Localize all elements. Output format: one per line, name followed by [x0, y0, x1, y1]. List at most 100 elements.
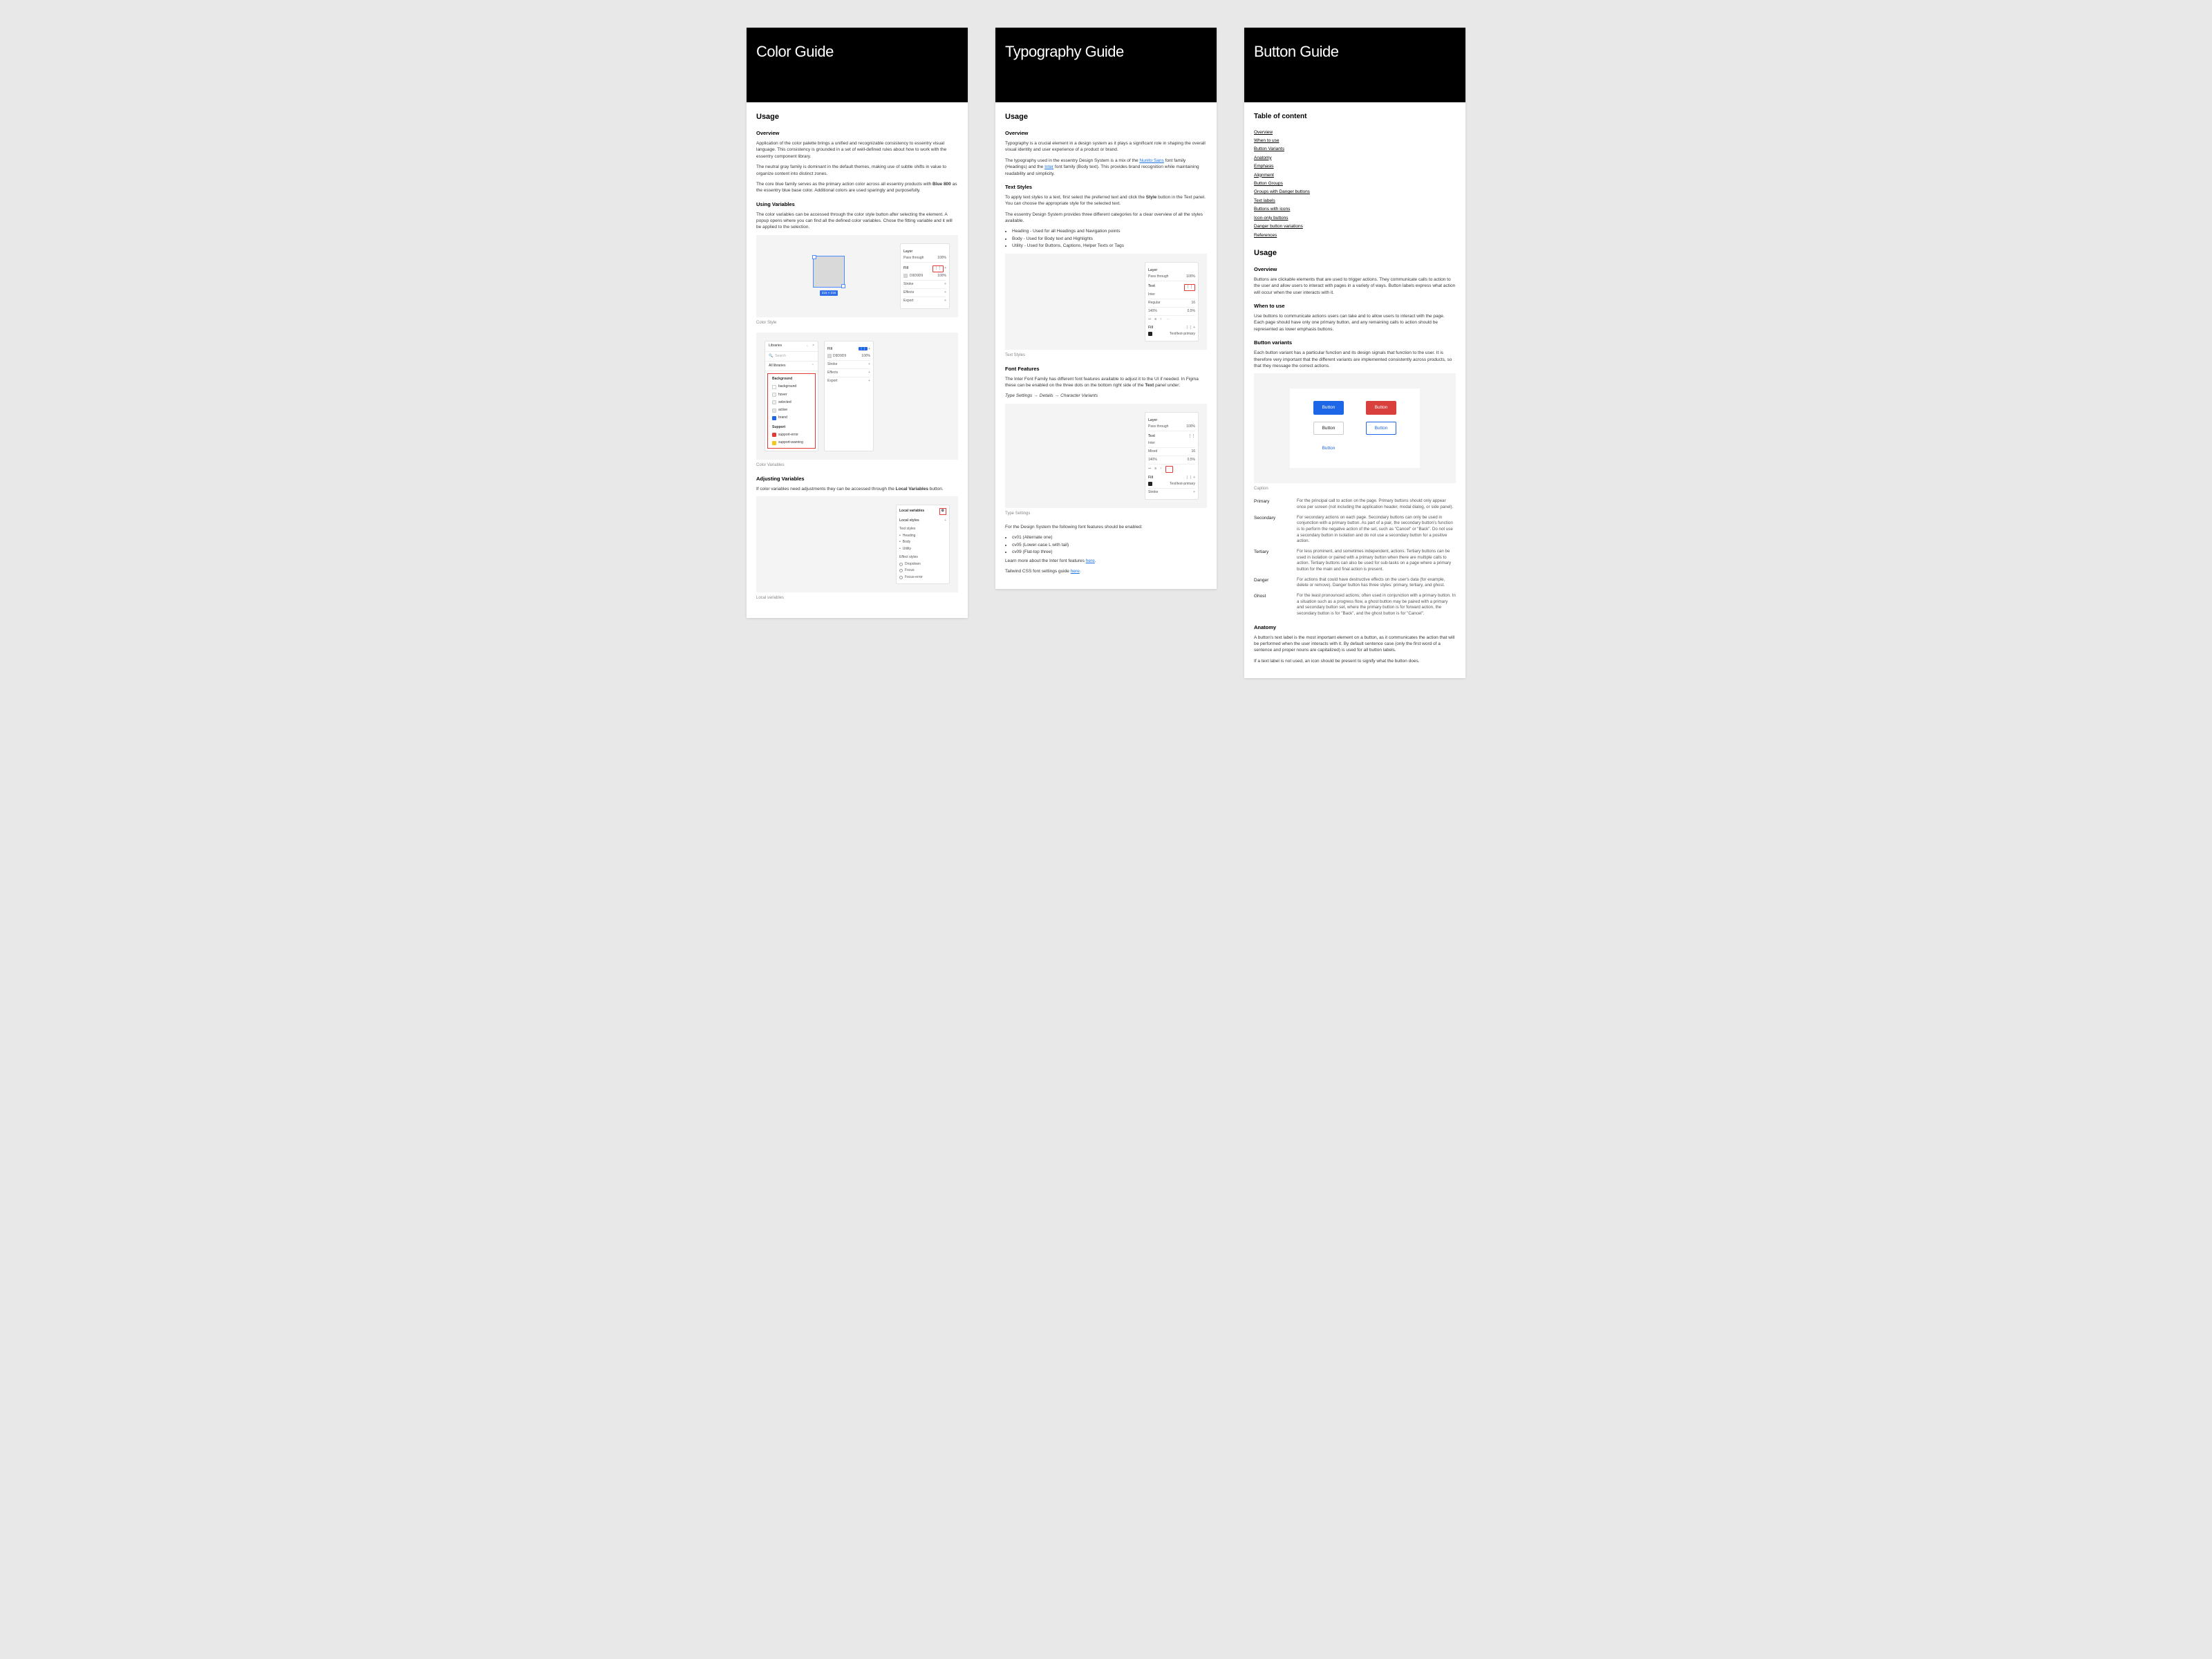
- heading-usage: Usage: [1254, 248, 1456, 259]
- effect-dropdown: Dropdown: [899, 561, 946, 568]
- section-text-styles: Text styles: [899, 527, 946, 532]
- heading-adjusting-variables: Adjusting Variables: [756, 476, 958, 483]
- color-style-button-highlight: ⋮⋮: [932, 265, 944, 272]
- button-secondary: Button: [1313, 422, 1344, 435]
- swatch-icon: [1148, 482, 1152, 486]
- libraries-all: All libraries ⌃: [765, 362, 818, 371]
- swatch-icon: [772, 393, 776, 397]
- toc-link[interactable]: Button Groups: [1254, 180, 1456, 187]
- panel-row-stroke: Stroke +: [903, 281, 946, 289]
- toc-link[interactable]: References: [1254, 232, 1456, 238]
- plus-icon: +: [944, 282, 946, 287]
- text-bold: Local Variables: [896, 487, 928, 491]
- panel-row-hex: D9D9D9100%: [827, 353, 870, 361]
- heading-toc: Table of content: [1254, 112, 1456, 122]
- link-tailwind-guide[interactable]: here: [1071, 569, 1080, 574]
- text-align-toolbar: ⇿ ≡ ↑ ⋯: [1148, 317, 1195, 322]
- page-body: Table of content Overview When to use Bu…: [1244, 102, 1465, 678]
- row-weight-size: Regular16: [1148, 299, 1195, 308]
- text: button.: [928, 487, 944, 491]
- page-title: Color Guide: [756, 43, 958, 61]
- toc-link[interactable]: Buttons with icons: [1254, 206, 1456, 212]
- label: Pass through: [903, 256, 924, 261]
- auto-width-icon: ⇿: [1148, 317, 1151, 322]
- toc-link[interactable]: Button Variants: [1254, 146, 1456, 152]
- font-size: 16: [1191, 449, 1195, 454]
- letter-spacing: 0,5%: [1188, 458, 1195, 462]
- link-inter-features[interactable]: here: [1086, 559, 1095, 563]
- design-panel: Fill⋮⋮ + D9D9D9100% Stroke+ Effects+ Exp…: [824, 341, 874, 451]
- link-inter[interactable]: Inter: [1044, 165, 1053, 169]
- collapse-icon: ⌃: [812, 364, 814, 368]
- figure-button-variants: Button Button Button Button Button: [1254, 373, 1456, 482]
- more-options-icon: ⋯: [1165, 317, 1172, 322]
- toc: Overview When to use Button Variants Ana…: [1254, 129, 1456, 238]
- label: support-warning: [778, 440, 803, 445]
- label: Stroke: [903, 282, 913, 287]
- list-item: cv05 (Lower-case L with tail): [1012, 542, 1207, 548]
- row-fill-value: Text/text-primary: [1148, 330, 1195, 338]
- style-applied-icon: ⋮⋮: [859, 347, 868, 350]
- text: Character Variants: [1060, 393, 1098, 398]
- text: Details: [1040, 393, 1053, 398]
- link-nunito-sans[interactable]: Nunito Sans: [1139, 158, 1163, 163]
- arrow-icon: →: [1033, 393, 1038, 399]
- text-align-toolbar: ⇿ ≡ ↑ ⋯: [1148, 466, 1195, 472]
- figure-canvas: 216 × 216: [765, 243, 893, 309]
- button-ghost: Button: [1313, 442, 1344, 455]
- label: Local styles: [899, 518, 919, 523]
- paragraph: Learn more about the Inter font features…: [1005, 558, 1207, 564]
- list-item: Heading - Used for all Headings and Navi…: [1012, 228, 1207, 234]
- text: Tailwind CSS font settings guide: [1005, 569, 1071, 574]
- label: Stroke: [827, 362, 837, 367]
- toc-link[interactable]: Anatomy: [1254, 155, 1456, 161]
- label: Export: [827, 379, 837, 384]
- button-tertiary: Button: [1366, 422, 1397, 435]
- swatch-icon: [827, 354, 832, 358]
- panel-section-fill: Fill⋮⋮ +: [827, 347, 870, 352]
- label: Focus: [905, 568, 915, 573]
- figure-caption: Caption: [1254, 486, 1456, 492]
- figure-type-settings-panel: Layer Pass through100% Text⋮⋮ Inter Mixe…: [1005, 404, 1207, 509]
- heading-button-variants: Button variants: [1254, 339, 1456, 347]
- libraries-search: 🔍 Search: [765, 352, 818, 362]
- text: Type Settings: [1005, 393, 1032, 398]
- def-term: Danger: [1254, 577, 1287, 589]
- figure-caption: Local variables: [756, 595, 958, 601]
- style-utility: •Utility: [899, 546, 946, 552]
- label: support-error: [778, 433, 798, 438]
- label: Fill: [1148, 326, 1153, 330]
- label: Effects: [903, 290, 914, 295]
- list-font-features: cv01 (Alternate one) cv05 (Lower-case L …: [1012, 534, 1207, 555]
- toc-link[interactable]: Danger button variations: [1254, 223, 1456, 229]
- row-fill-value: Text/text-primary: [1148, 480, 1195, 489]
- panel-section-fill: Fill⋮⋮ +: [1148, 326, 1195, 330]
- align-top-icon: ↑: [1160, 317, 1162, 322]
- page-header: Typography Guide: [995, 28, 1217, 102]
- panel-section-layer: Layer: [1148, 268, 1195, 273]
- row-font: Inter: [1148, 440, 1195, 448]
- panel-row-passthrough: Pass through100%: [1148, 273, 1195, 281]
- row-lineheight: 140%0,5%: [1148, 308, 1195, 316]
- heading-text-styles: Text Styles: [1005, 184, 1207, 191]
- label: Body: [903, 540, 910, 545]
- text: .: [1095, 559, 1096, 563]
- toc-link[interactable]: Groups with Danger buttons: [1254, 189, 1456, 195]
- align-left-icon: ≡: [1154, 317, 1156, 322]
- toc-link[interactable]: Emphasis: [1254, 163, 1456, 169]
- label: hover: [778, 393, 787, 397]
- toc-link[interactable]: Icon-only buttons: [1254, 215, 1456, 221]
- def-term: Ghost: [1254, 593, 1287, 617]
- swatch-icon: [772, 400, 776, 404]
- toc-link[interactable]: When to use: [1254, 138, 1456, 144]
- effect-focus: Focus: [899, 568, 946, 574]
- toc-link[interactable]: Text labels: [1254, 198, 1456, 204]
- figure-text-styles-panel: Layer Pass through100% Text⋮⋮ Inter Regu…: [1005, 254, 1207, 350]
- heading-font-features: Font Features: [1005, 366, 1207, 373]
- font-name: Inter: [1148, 441, 1155, 446]
- panel-row-export: Export+: [827, 377, 870, 385]
- toc-link[interactable]: Overview: [1254, 129, 1456, 135]
- paragraph: The color variables can be accessed thro…: [756, 212, 958, 231]
- page-header: Color Guide: [747, 28, 968, 102]
- toc-link[interactable]: Alignment: [1254, 172, 1456, 178]
